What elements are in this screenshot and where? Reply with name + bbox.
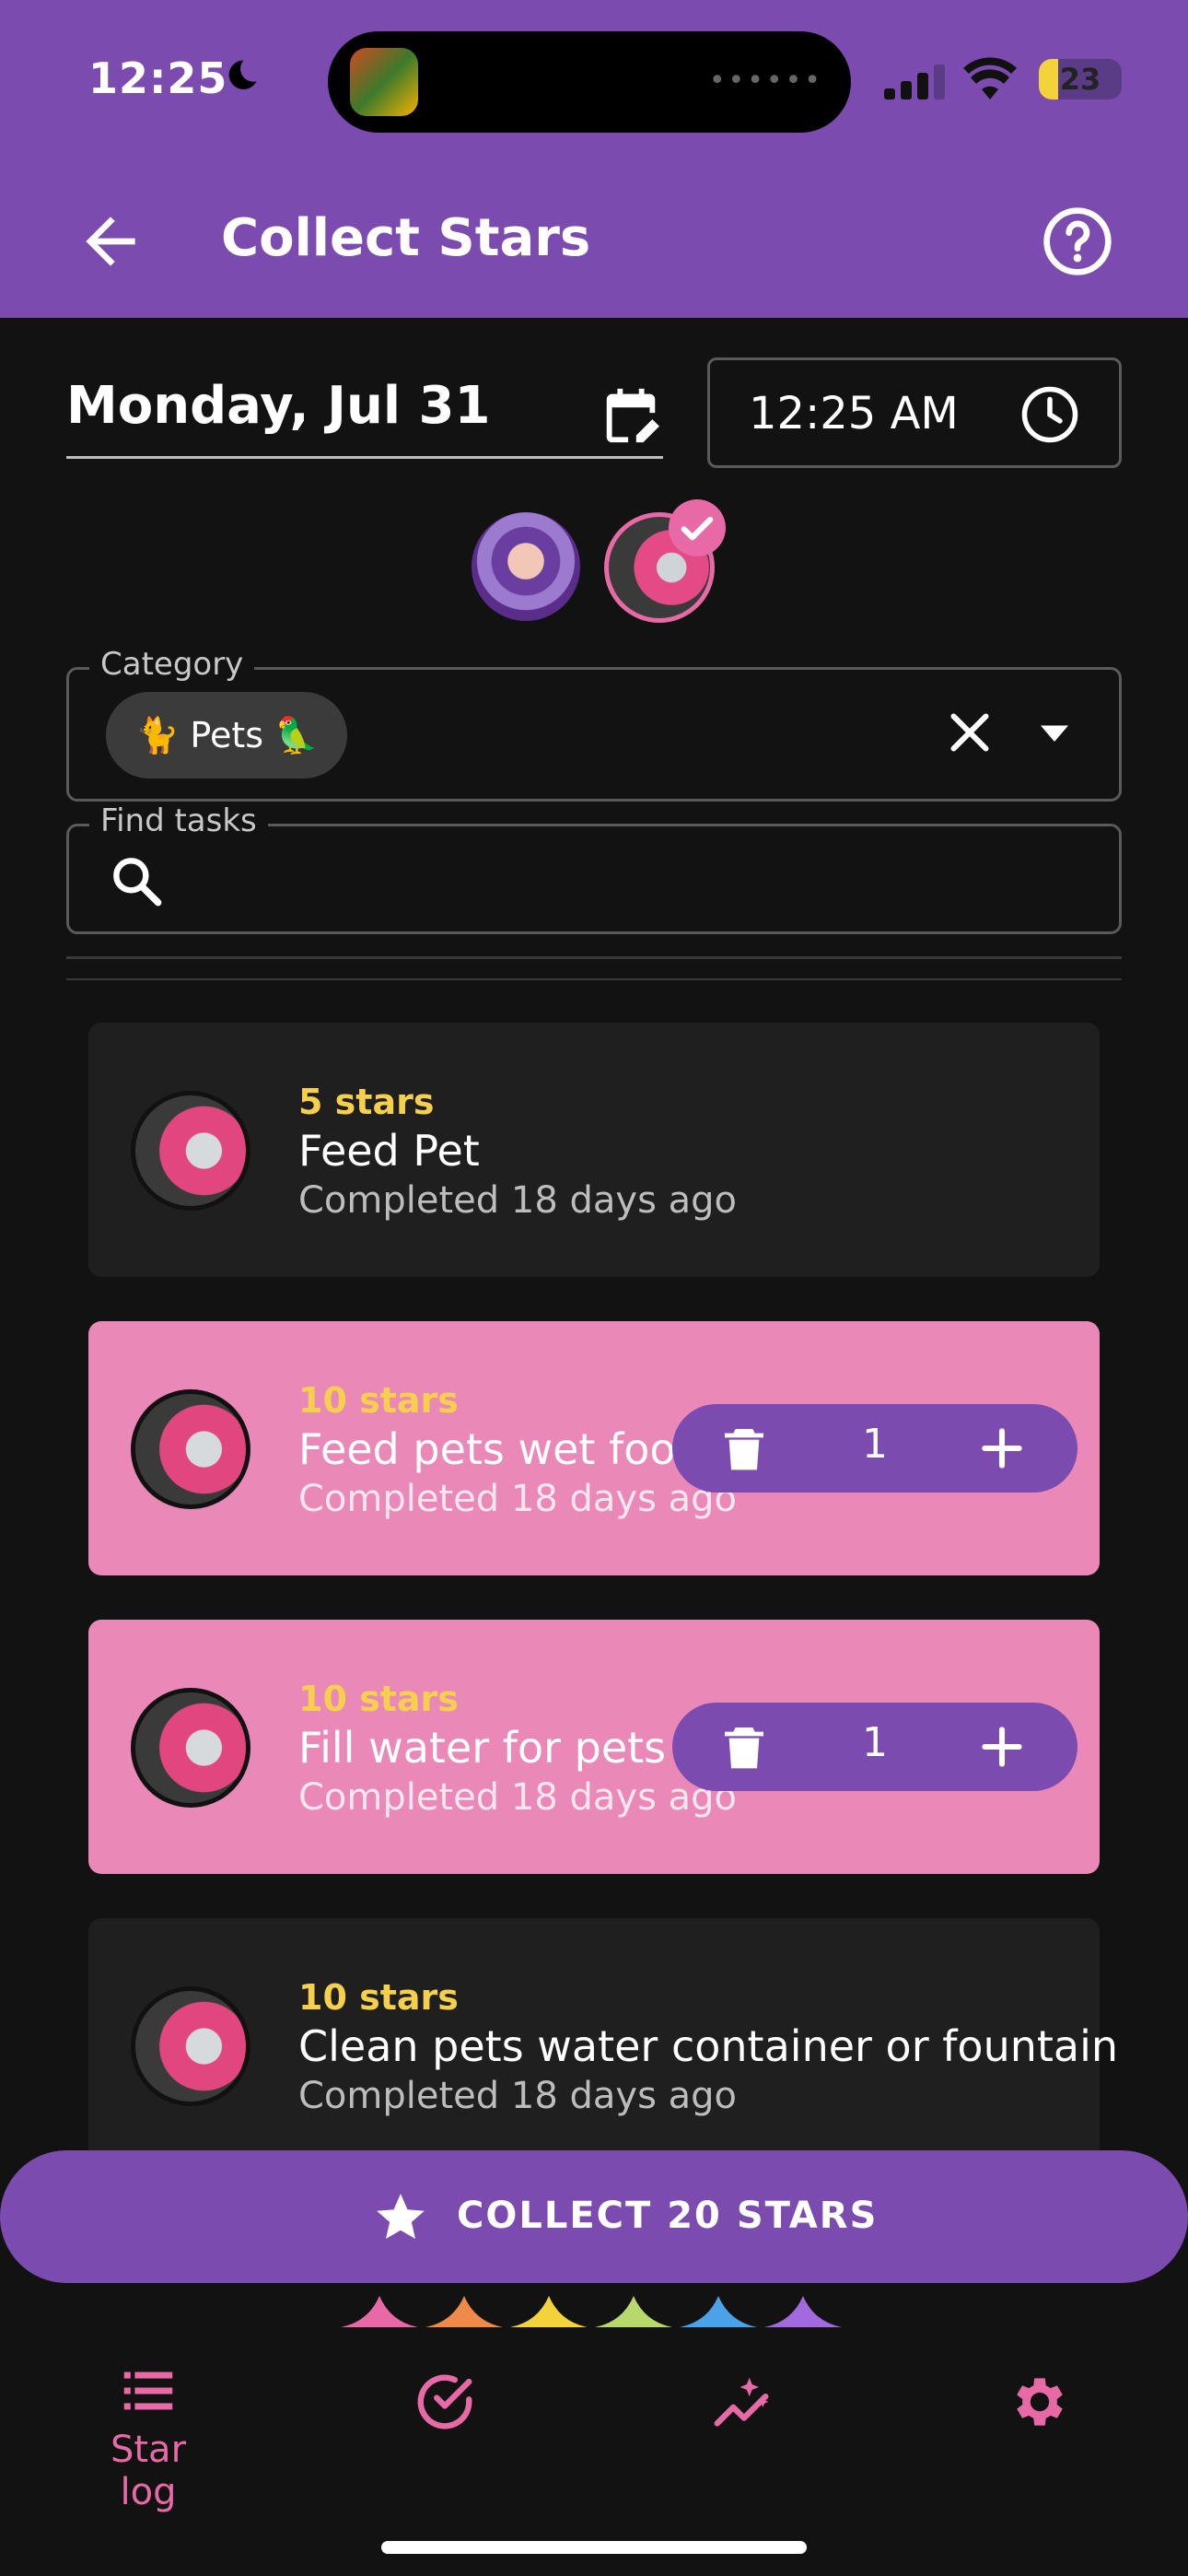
category-label: Category — [89, 646, 255, 683]
home-indicator — [381, 2541, 807, 2554]
sparkle-chart-icon — [714, 2377, 769, 2427]
collect-stars-button[interactable]: COLLECT 20 STARS — [0, 2150, 1188, 2283]
wifi-icon — [963, 57, 1017, 100]
check-badge — [669, 499, 726, 556]
category-select[interactable]: Category 🐈 Pets 🦜 — [66, 646, 1122, 802]
quantity-value: 1 — [862, 1421, 888, 1468]
avatar — [131, 1688, 250, 1808]
task-name: Clean pets water container or fountain — [298, 2021, 1119, 2071]
task-completed-time: Completed 18 days ago — [298, 1478, 737, 1520]
star-icon — [377, 2194, 425, 2239]
task-stars: 10 stars — [298, 1679, 459, 1719]
task-stars: 10 stars — [298, 1380, 459, 1421]
list-icon — [123, 2371, 173, 2410]
rainbow-triangles — [341, 2296, 842, 2327]
category-chip[interactable]: 🐈 Pets 🦜 — [106, 692, 348, 779]
task-name: Feed pets wet food — [298, 1424, 703, 1474]
task-name: Fill water for pets — [298, 1723, 667, 1773]
search-icon — [113, 858, 162, 907]
task-card-selected[interactable]: 10 stars Fill water for pets Completed 1… — [88, 1620, 1100, 1874]
time-picker[interactable]: 12:25 AM — [707, 357, 1122, 468]
date-value: Monday, Jul 31 — [66, 376, 491, 436]
divider — [66, 956, 1122, 959]
plus-icon[interactable] — [976, 1721, 1028, 1773]
page-title: Collect Stars — [221, 208, 591, 268]
nav-label: Star log — [110, 2429, 187, 2513]
nav-settings[interactable] — [1007, 2370, 1072, 2438]
task-completed-time: Completed 18 days ago — [298, 1776, 737, 1819]
status-time: 12:25 — [88, 53, 228, 103]
check-circle-icon — [417, 2374, 472, 2430]
back-arrow-icon[interactable] — [74, 205, 147, 278]
quantity-stepper: 1 — [672, 1404, 1077, 1493]
app-icon — [350, 48, 418, 116]
gear-icon — [1017, 2378, 1063, 2426]
task-completed-time: Completed 18 days ago — [298, 1179, 737, 1222]
search-tasks-field[interactable]: Find tasks — [66, 802, 1122, 934]
trash-icon[interactable] — [718, 1721, 770, 1773]
nav-insights[interactable] — [709, 2370, 774, 2438]
dots-icon: •••••• — [708, 64, 823, 97]
chevron-down-icon[interactable] — [1027, 705, 1082, 760]
divider — [66, 978, 1122, 980]
check-icon — [681, 516, 714, 541]
task-name: Feed Pet — [298, 1126, 480, 1176]
collect-button-label: COLLECT 20 STARS — [457, 2195, 879, 2237]
search-label: Find tasks — [89, 802, 268, 839]
time-value: 12:25 AM — [749, 388, 959, 439]
avatar — [131, 1389, 250, 1509]
task-stars: 10 stars — [298, 1977, 459, 2018]
nav-star-log[interactable]: Star log — [79, 2359, 217, 2513]
user-avatar[interactable] — [472, 512, 580, 621]
battery-text: 23 — [1059, 62, 1101, 97]
task-stars: 5 stars — [298, 1082, 435, 1122]
task-card-selected[interactable]: 10 stars Feed pets wet food Completed 18… — [88, 1321, 1100, 1575]
date-picker[interactable]: Monday, Jul 31 — [66, 359, 663, 459]
trash-icon[interactable] — [718, 1423, 770, 1474]
quantity-stepper: 1 — [672, 1703, 1077, 1791]
quantity-value: 1 — [862, 1719, 888, 1766]
clock-icon[interactable] — [1019, 384, 1080, 445]
task-completed-time: Completed 18 days ago — [298, 2075, 737, 2117]
close-icon[interactable] — [942, 705, 997, 760]
task-card[interactable]: 5 stars Feed Pet Completed 18 days ago — [88, 1023, 1100, 1277]
nav-tasks[interactable] — [413, 2370, 477, 2438]
avatar — [131, 1091, 250, 1211]
help-icon[interactable] — [1041, 205, 1114, 278]
signal-icon — [884, 64, 945, 100]
app-header: 12:25 •••••• 23 Collect Stars — [0, 0, 1188, 318]
moon-icon — [228, 60, 257, 89]
task-card[interactable]: 10 stars Clean pets water container or f… — [88, 1918, 1118, 2172]
dynamic-island: •••••• — [328, 31, 851, 133]
calendar-edit-icon[interactable] — [599, 383, 663, 448]
battery-indicator: 23 — [1039, 59, 1122, 100]
avatar — [131, 1986, 250, 2106]
plus-icon[interactable] — [976, 1423, 1028, 1474]
